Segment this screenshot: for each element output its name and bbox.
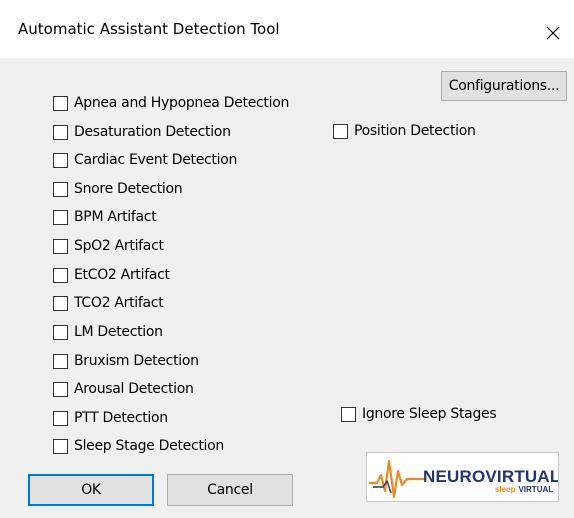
checkbox-label: PTT Detection: [74, 410, 168, 426]
checkbox-bruxism-detection[interactable]: Bruxism Detection: [53, 352, 199, 370]
checkbox-box[interactable]: [53, 209, 68, 225]
checkbox-box[interactable]: [53, 238, 68, 254]
checkbox-ignore-sleep-stages[interactable]: Ignore Sleep Stages: [341, 405, 497, 423]
checkbox-position-detection[interactable]: Position Detection: [333, 122, 476, 140]
checkbox-box[interactable]: [53, 267, 68, 283]
logo-tagline: sleep VIRTUAL: [495, 485, 553, 494]
checkbox-label: Position Detection: [354, 123, 476, 139]
checkbox-etco2-artifact[interactable]: EtCO2 Artifact: [53, 266, 170, 284]
checkbox-label: SpO2 Artifact: [74, 238, 164, 254]
checkbox-box[interactable]: [53, 324, 68, 340]
checkbox-label: Desaturation Detection: [74, 124, 231, 140]
detection-tool-dialog: Automatic Assistant Detection Tool Confi…: [0, 0, 574, 518]
checkbox-label: TCO2 Artifact: [74, 295, 164, 311]
checkbox-label: Arousal Detection: [74, 381, 194, 397]
checkbox-lm-detection[interactable]: LM Detection: [53, 323, 163, 341]
checkbox-box[interactable]: [53, 124, 68, 140]
checkbox-label: Cardiac Event Detection: [74, 152, 238, 168]
checkbox-spo2-artifact[interactable]: SpO2 Artifact: [53, 237, 164, 255]
logo-brand-text: NEUROVIRTUAL: [423, 467, 559, 486]
checkbox-label: Snore Detection: [74, 181, 183, 197]
ok-button[interactable]: OK: [28, 474, 154, 506]
checkbox-label: Apnea and Hypopnea Detection: [74, 95, 290, 111]
checkbox-ptt-detection[interactable]: PTT Detection: [53, 409, 168, 427]
checkbox-box[interactable]: [53, 438, 68, 454]
checkbox-label: Bruxism Detection: [74, 353, 199, 369]
checkbox-sleep-stage-detection[interactable]: Sleep Stage Detection: [53, 437, 224, 455]
checkbox-box[interactable]: [53, 410, 68, 426]
checkbox-box[interactable]: [53, 295, 68, 311]
title-bar: Automatic Assistant Detection Tool: [0, 0, 574, 58]
logo-tagline-sleep: sleep: [495, 485, 516, 494]
checkbox-box[interactable]: [53, 152, 68, 168]
waveform-logo-icon: [369, 459, 425, 499]
checkbox-cardiac-event-detection[interactable]: Cardiac Event Detection: [53, 151, 237, 169]
checkbox-tco2-artifact[interactable]: TCO2 Artifact: [53, 294, 164, 312]
checkbox-box[interactable]: [333, 123, 348, 139]
checkbox-arousal-detection[interactable]: Arousal Detection: [53, 380, 194, 398]
checkbox-label: LM Detection: [74, 324, 163, 340]
checkbox-box[interactable]: [53, 381, 68, 397]
close-icon: [546, 26, 560, 40]
checkbox-label: EtCO2 Artifact: [74, 267, 170, 283]
checkbox-apnea-hypopnea-detection[interactable]: Apnea and Hypopnea Detection: [53, 94, 289, 112]
checkbox-snore-detection[interactable]: Snore Detection: [53, 180, 183, 198]
logo-tagline-virtual: VIRTUAL: [518, 485, 554, 494]
window-title: Automatic Assistant Detection Tool: [18, 20, 280, 38]
neurovirtual-logo: NEUROVIRTUAL sleep VIRTUAL: [366, 452, 559, 502]
close-button[interactable]: [532, 12, 574, 52]
checkbox-box[interactable]: [53, 181, 68, 197]
checkbox-bpm-artifact[interactable]: BPM Artifact: [53, 208, 157, 226]
cancel-button[interactable]: Cancel: [167, 474, 293, 506]
checkbox-box[interactable]: [341, 406, 356, 422]
checkbox-box[interactable]: [53, 95, 68, 111]
checkbox-box[interactable]: [53, 353, 68, 369]
configurations-button[interactable]: Configurations...: [441, 71, 567, 101]
checkbox-desaturation-detection[interactable]: Desaturation Detection: [53, 123, 231, 141]
checkbox-label: Sleep Stage Detection: [74, 438, 224, 454]
checkbox-label: Ignore Sleep Stages: [362, 406, 497, 422]
checkbox-label: BPM Artifact: [74, 209, 157, 225]
